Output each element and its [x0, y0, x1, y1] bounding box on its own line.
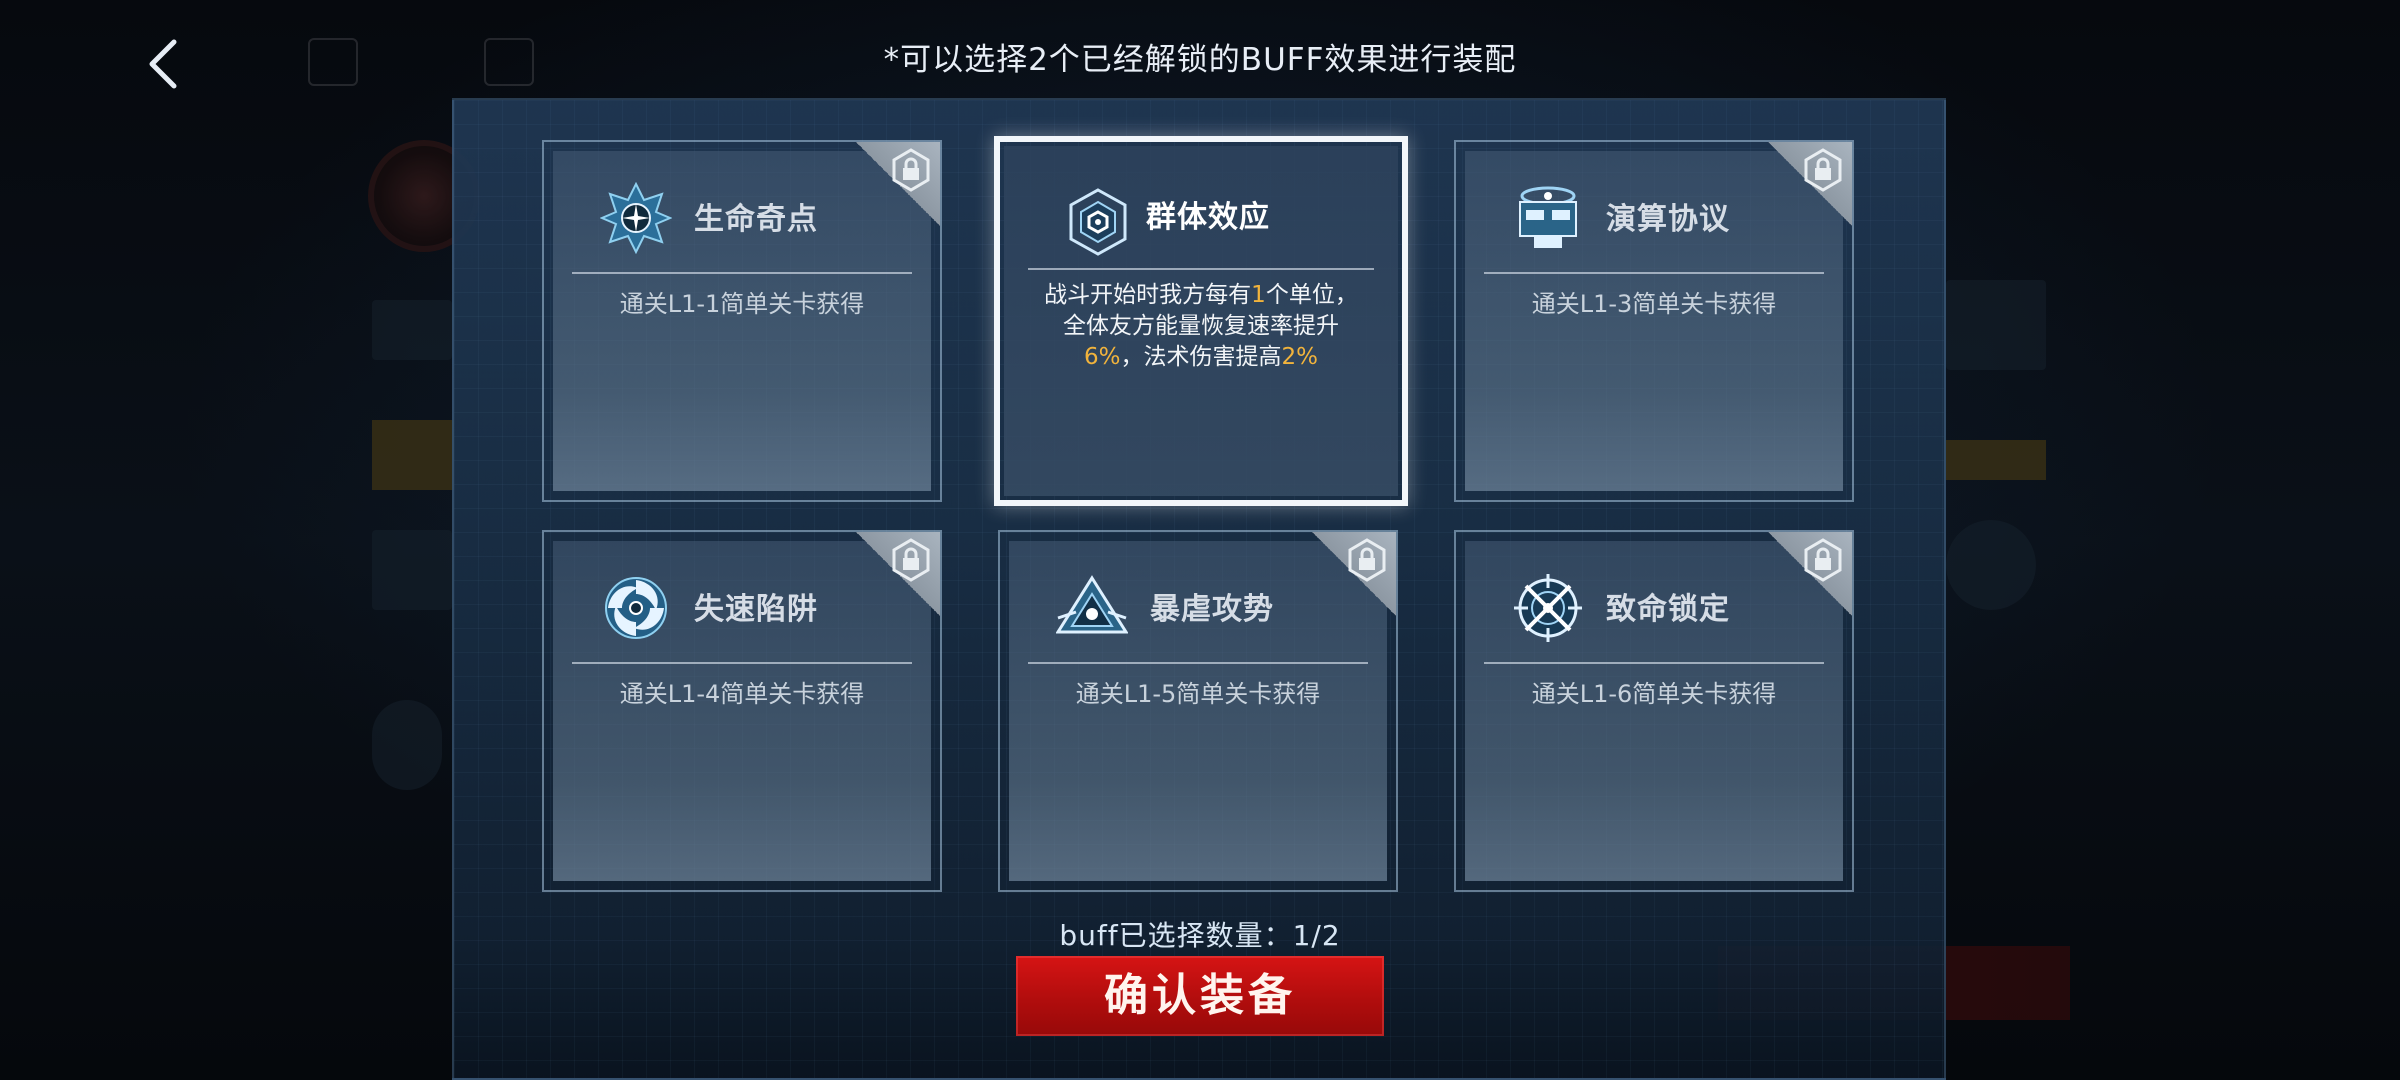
lock-icon [1804, 538, 1842, 582]
buff-card-life-singularity[interactable]: 生命奇点 通关L1-1简单关卡获得 [542, 140, 942, 502]
background-panel [372, 700, 442, 790]
unlock-condition: 通关L1-4简单关卡获得 [619, 680, 865, 708]
confirm-equip-button[interactable]: 确认装备 [1016, 956, 1384, 1036]
group-effect-icon [1062, 186, 1134, 258]
buff-name: 群体效应 [1146, 200, 1270, 235]
instruction-text: *可以选择2个已经解锁的BUFF效果进行装配 [883, 42, 1517, 78]
buff-card-calculation-protocol[interactable]: 演算协议 通关L1-3简单关卡获得 [1454, 140, 1854, 502]
desc-line: 6%，法术伤害提高2% [1010, 342, 1392, 373]
desc-text: 个单位， [1265, 282, 1358, 308]
lock-badge [856, 142, 940, 226]
unlock-condition: 通关L1-3简单关卡获得 [1531, 290, 1777, 318]
divider [572, 662, 912, 664]
buff-card-stall-trap[interactable]: 失速陷阱 通关L1-4简单关卡获得 [542, 530, 942, 892]
divider [1028, 662, 1368, 664]
buff-name: 演算协议 [1606, 202, 1730, 237]
tyrant-offensive-icon [1055, 572, 1129, 644]
desc-text: ，法术伤害提高 [1120, 344, 1282, 370]
background-panel [1946, 280, 2046, 370]
background-panel [1946, 440, 2046, 480]
desc-highlight: 2% [1281, 344, 1319, 370]
buff-card-group-effect[interactable]: 群体效应 战斗开始时我方每有1个单位， 全体友方能量恢复速率提升 6%，法术伤害… [994, 136, 1408, 506]
buff-description: 战斗开始时我方每有1个单位， 全体友方能量恢复速率提升 6%，法术伤害提高2% [1010, 280, 1392, 373]
stall-trap-icon [600, 572, 672, 644]
buff-name: 生命奇点 [694, 202, 818, 237]
fatal-lock-icon [1512, 572, 1584, 644]
divider [1484, 272, 1824, 274]
lock-icon [1348, 538, 1386, 582]
buff-name: 失速陷阱 [694, 592, 818, 627]
desc-highlight: 1 [1251, 282, 1266, 308]
buff-card-tyrant-offensive[interactable]: 暴虐攻势 通关L1-5简单关卡获得 [998, 530, 1398, 892]
background-panel [372, 420, 454, 490]
desc-line: 全体友方能量恢复速率提升 [1063, 313, 1339, 339]
unlock-condition: 通关L1-1简单关卡获得 [619, 290, 865, 318]
life-singularity-icon [599, 181, 673, 255]
lock-badge [1768, 532, 1852, 616]
desc-text: 战斗开始时我方每有 [1044, 282, 1252, 308]
lock-badge [1312, 532, 1396, 616]
divider [572, 272, 912, 274]
divider [1484, 662, 1824, 664]
lock-icon [1804, 148, 1842, 192]
unlock-condition: 通关L1-5简单关卡获得 [1075, 680, 1321, 708]
lock-badge [1768, 142, 1852, 226]
lock-icon [892, 538, 930, 582]
unlock-condition: 通关L1-6简单关卡获得 [1531, 680, 1777, 708]
background-panel [372, 300, 452, 360]
selected-count: buff已选择数量：1/2 [1059, 919, 1341, 952]
calculation-protocol-icon [1512, 182, 1584, 254]
buff-card-fatal-lock[interactable]: 致命锁定 通关L1-6简单关卡获得 [1454, 530, 1854, 892]
background-panel [1946, 520, 2036, 610]
buff-name: 暴虐攻势 [1150, 592, 1274, 627]
desc-line: 战斗开始时我方每有1个单位， [1010, 280, 1392, 311]
background-panel [372, 530, 452, 610]
divider [1028, 268, 1374, 270]
lock-icon [892, 148, 930, 192]
desc-highlight: 6% [1084, 344, 1121, 370]
buff-name: 致命锁定 [1606, 592, 1730, 627]
lock-badge [856, 532, 940, 616]
game-screen: *可以选择2个已经解锁的BUFF效果进行装配 生命奇点 通关L1-1简单关卡获得… [0, 0, 2400, 1080]
